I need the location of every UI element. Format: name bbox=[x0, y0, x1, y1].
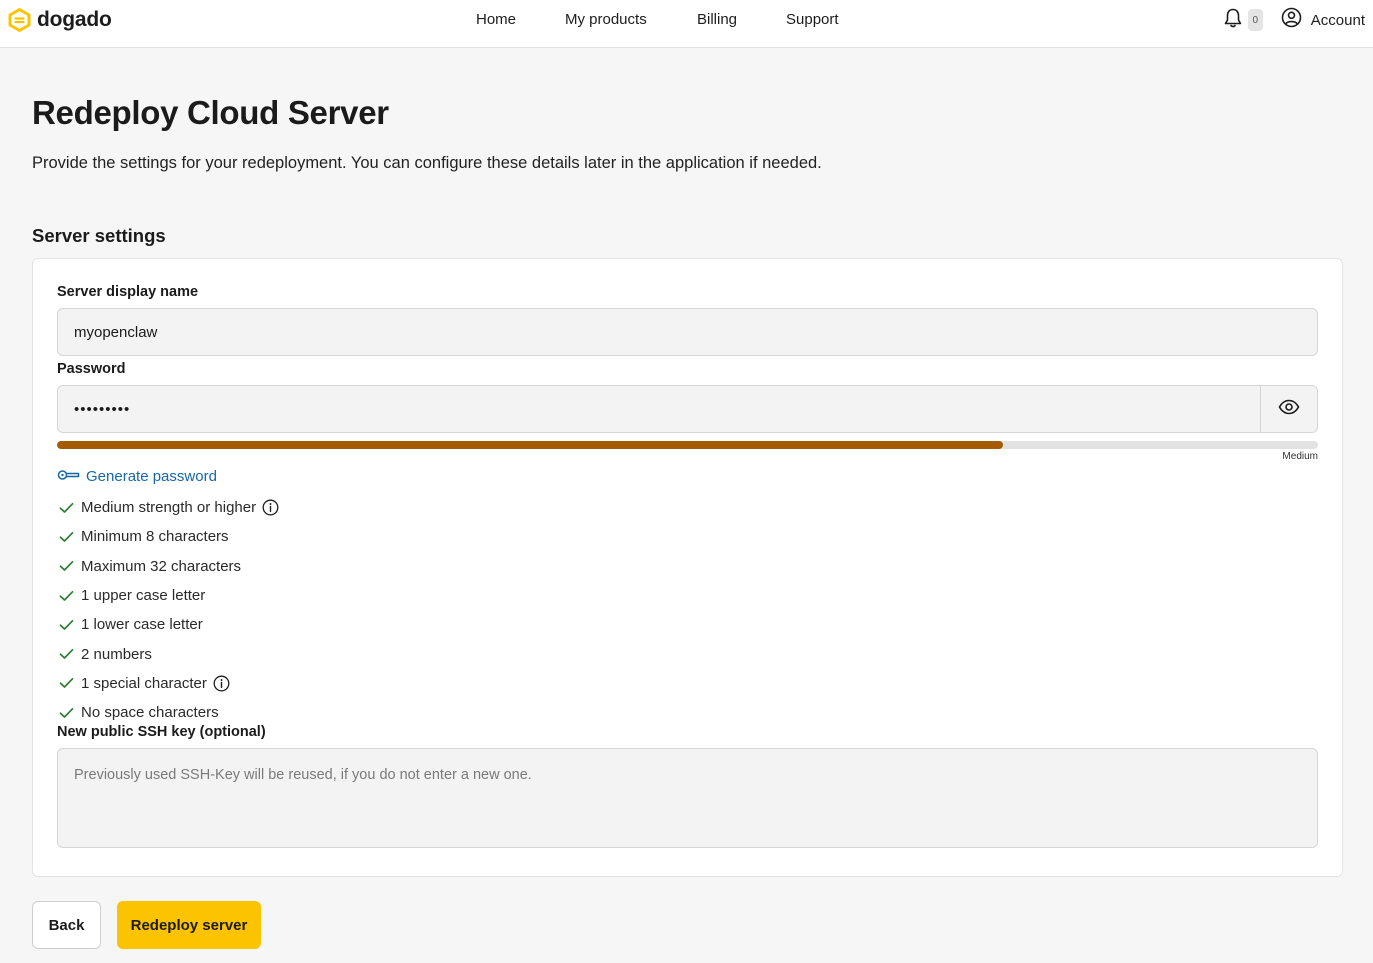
page-subtitle: Provide the settings for your redeployme… bbox=[32, 154, 822, 172]
key-icon bbox=[57, 468, 80, 485]
ssh-key-label: New public SSH key (optional) bbox=[57, 724, 266, 740]
server-settings-card: Server display name Password Medium Gene… bbox=[32, 258, 1343, 877]
password-requirement-item: 1 lower case letter bbox=[59, 610, 279, 639]
password-strength-label: Medium bbox=[1282, 451, 1318, 462]
requirement-text: Maximum 32 characters bbox=[81, 557, 242, 575]
password-requirement-item: 1 upper case letter bbox=[59, 581, 279, 610]
generate-password-label: Generate password bbox=[86, 468, 217, 485]
password-field bbox=[57, 385, 1318, 433]
requirement-text: 2 numbers bbox=[81, 645, 152, 663]
password-requirement-item: Medium strength or higher bbox=[59, 493, 279, 522]
info-icon[interactable] bbox=[262, 499, 279, 516]
nav-home[interactable]: Home bbox=[476, 11, 516, 28]
brand-name: dogado bbox=[37, 8, 112, 31]
server-name-label: Server display name bbox=[57, 284, 199, 300]
page-title: Redeploy Cloud Server bbox=[32, 94, 389, 131]
check-icon bbox=[59, 531, 74, 543]
nav-my-products[interactable]: My products bbox=[565, 11, 647, 28]
check-icon bbox=[59, 677, 74, 689]
notification-count-badge: 0 bbox=[1247, 9, 1263, 31]
password-requirement-item: Maximum 32 characters bbox=[59, 552, 279, 581]
requirement-text: 1 lower case letter bbox=[81, 616, 203, 634]
nav-support[interactable]: Support bbox=[786, 11, 839, 28]
account-menu-button[interactable]: Account bbox=[1281, 7, 1365, 33]
brand-logo[interactable]: dogado bbox=[8, 7, 112, 33]
check-icon bbox=[59, 560, 74, 572]
notifications-button[interactable]: 0 bbox=[1223, 7, 1263, 34]
check-icon bbox=[59, 590, 74, 602]
password-requirement-item: 2 numbers bbox=[59, 639, 279, 668]
check-icon bbox=[59, 619, 74, 631]
password-strength-fill bbox=[57, 441, 1003, 449]
top-bar: dogado Home My products Billing Support … bbox=[0, 0, 1373, 48]
dogado-logo-icon bbox=[8, 8, 31, 32]
toggle-password-visibility-button[interactable] bbox=[1260, 386, 1317, 432]
password-requirement-item: Minimum 8 characters bbox=[59, 522, 279, 551]
ssh-key-textarea[interactable] bbox=[57, 748, 1318, 848]
requirement-text: Minimum 8 characters bbox=[81, 528, 229, 546]
bell-icon bbox=[1223, 7, 1243, 34]
redeploy-server-button[interactable]: Redeploy server bbox=[117, 901, 261, 949]
requirement-text: 1 special character bbox=[81, 674, 207, 692]
requirement-text: Medium strength or higher bbox=[81, 499, 257, 517]
check-icon bbox=[59, 707, 74, 719]
password-requirement-item: No space characters bbox=[59, 698, 279, 727]
password-label: Password bbox=[57, 361, 126, 377]
eye-icon bbox=[1278, 399, 1300, 420]
requirement-text: No space characters bbox=[81, 704, 219, 722]
nav-billing[interactable]: Billing bbox=[697, 11, 737, 28]
user-circle-icon bbox=[1281, 7, 1302, 33]
requirement-text: 1 upper case letter bbox=[81, 587, 206, 605]
account-label: Account bbox=[1310, 11, 1365, 29]
password-requirements: Medium strength or higher Minimum 8 chara… bbox=[59, 493, 279, 727]
info-icon[interactable] bbox=[213, 675, 230, 692]
section-title-server-settings: Server settings bbox=[32, 225, 166, 246]
back-button[interactable]: Back bbox=[32, 901, 101, 949]
password-strength-bar bbox=[57, 441, 1318, 449]
password-input[interactable] bbox=[58, 386, 1260, 432]
check-icon bbox=[59, 648, 74, 660]
check-icon bbox=[59, 502, 74, 514]
server-name-input[interactable] bbox=[57, 308, 1318, 356]
password-requirement-item: 1 special character bbox=[59, 669, 279, 698]
header-actions: 0 Account bbox=[1223, 7, 1365, 34]
generate-password-link[interactable]: Generate password bbox=[57, 468, 217, 485]
